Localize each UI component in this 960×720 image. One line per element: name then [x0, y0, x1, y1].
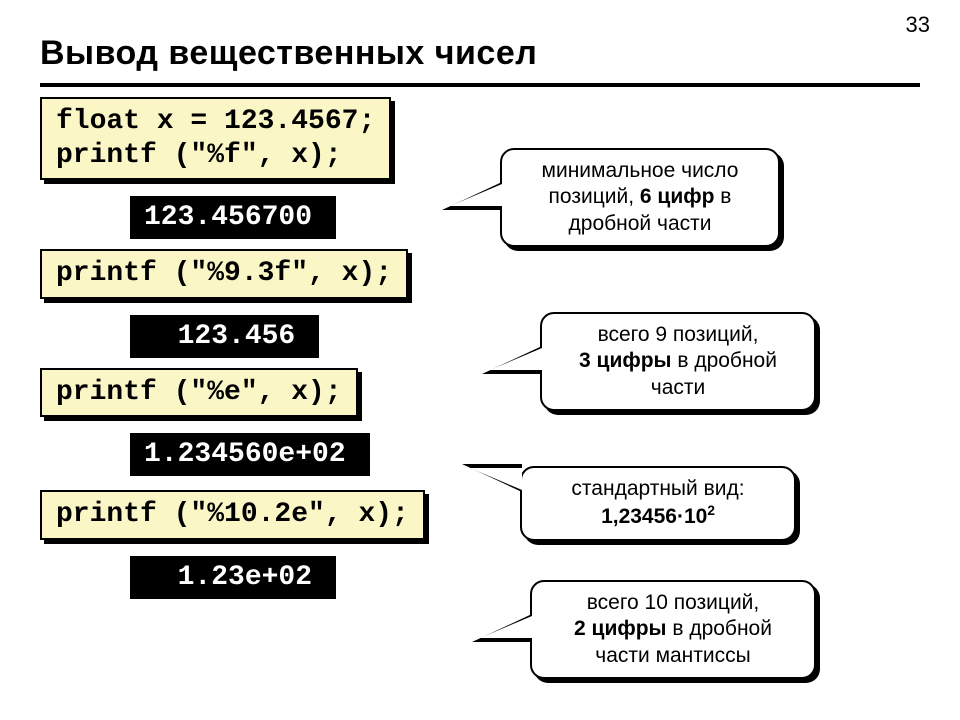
callout-text: дробной части — [569, 212, 712, 235]
callout-4: всего 10 позиций, 2 цифры в дробной част… — [530, 580, 816, 679]
code-box: float x = 123.4567; printf ("%f", x); — [40, 97, 391, 180]
code-line: float x = 123.4567; — [56, 106, 375, 137]
page-number: 33 — [906, 12, 930, 38]
code-box: printf ("%e", x); — [40, 368, 358, 418]
code-block-4: printf ("%10.2e", x); — [40, 490, 920, 540]
output-box: 1.23e+02 — [130, 556, 336, 599]
callout-text: в дробной — [667, 617, 772, 640]
output-box: 1.234560e+02 — [130, 433, 370, 476]
code-block-3: printf ("%e", x); — [40, 368, 920, 418]
code-block-1: float x = 123.4567; printf ("%f", x); — [40, 97, 920, 180]
output-box: 123.456700 — [130, 196, 336, 239]
callout-text: всего 9 позиций, — [598, 323, 759, 346]
callout-bold: 2 цифры — [574, 617, 666, 640]
slide-title: Вывод вещественных чисел — [40, 30, 920, 87]
code-box: printf ("%9.3f", x); — [40, 249, 408, 299]
callout-bold: 6 цифр — [640, 185, 715, 208]
callout-text: части мантиссы — [595, 644, 750, 667]
callout-text: минимальное число — [542, 159, 739, 182]
callout-text: в — [714, 185, 731, 208]
code-block-2: printf ("%9.3f", x); — [40, 249, 920, 299]
output-box: 123.456 — [130, 315, 319, 358]
callout-1: минимальное число позиций, 6 цифр в дроб… — [500, 148, 780, 247]
callout-text: всего 10 позиций, — [587, 591, 760, 614]
code-line: printf ("%f", x); — [56, 140, 342, 171]
code-box: printf ("%10.2e", x); — [40, 490, 425, 540]
slide: 33 Вывод вещественных чисел float x = 12… — [0, 0, 960, 720]
callout-text: позиций, — [549, 185, 640, 208]
